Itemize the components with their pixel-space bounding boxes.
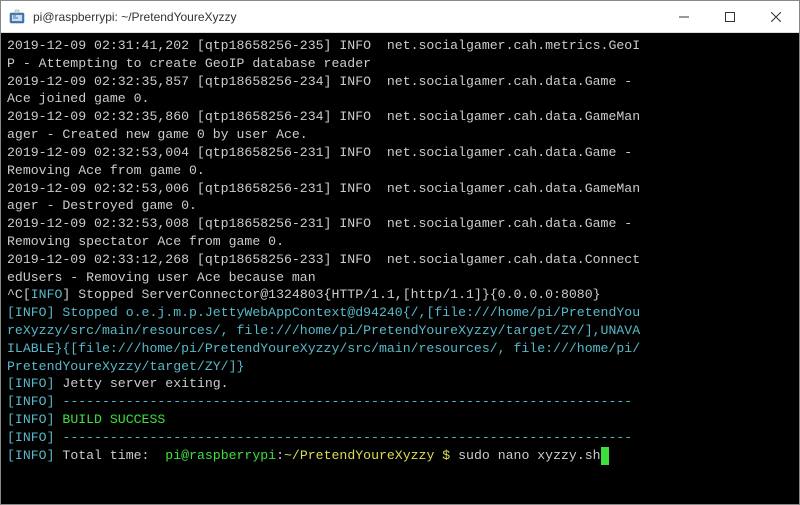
log-line: Removing Ace from game 0. — [7, 162, 793, 180]
log-line: edUsers - Removing user Ace because man — [7, 269, 793, 287]
log-line: ager - Destroyed game 0. — [7, 197, 793, 215]
close-button[interactable] — [753, 1, 799, 33]
prompt-path: ~/PretendYoureXyzzy $ — [284, 448, 450, 463]
log-line: 2019-12-09 02:33:12,268 [qtp18658256-233… — [7, 251, 793, 269]
log-line: 2019-12-09 02:32:35,857 [qtp18658256-234… — [7, 73, 793, 91]
log-line: 2019-12-09 02:32:35,860 [qtp18658256-234… — [7, 108, 793, 126]
log-line: 2019-12-09 02:31:41,202 [qtp18658256-235… — [7, 37, 793, 55]
window-controls — [661, 1, 799, 33]
log-line: ILABLE}{[file:///home/pi/PretendYoureXyz… — [7, 340, 793, 358]
terminal-output[interactable]: 2019-12-09 02:31:41,202 [qtp18658256-235… — [1, 33, 799, 504]
log-line: ager - Created new game 0 by user Ace. — [7, 126, 793, 144]
cursor-icon — [601, 447, 609, 465]
prompt-line: [INFO] Total time: pi@raspberrypi:~/Pret… — [7, 447, 793, 465]
log-line: [INFO] ---------------------------------… — [7, 429, 793, 447]
log-line: 2019-12-09 02:32:53,008 [qtp18658256-231… — [7, 215, 793, 233]
log-line: [INFO] Jetty server exiting. — [7, 375, 793, 393]
command-input[interactable]: sudo nano xyzzy.sh — [450, 448, 600, 463]
log-line: Ace joined game 0. — [7, 90, 793, 108]
maximize-button[interactable] — [707, 1, 753, 33]
log-line: PretendYoureXyzzy/target/ZY/]} — [7, 358, 793, 376]
log-line: [INFO] ---------------------------------… — [7, 393, 793, 411]
putty-icon — [9, 9, 25, 25]
log-line: 2019-12-09 02:32:53,006 [qtp18658256-231… — [7, 180, 793, 198]
prompt-user: pi@raspberrypi — [165, 448, 276, 463]
log-line: reXyzzy/src/main/resources/, file:///hom… — [7, 322, 793, 340]
log-line: 2019-12-09 02:32:53,004 [qtp18658256-231… — [7, 144, 793, 162]
log-line: [INFO] BUILD SUCCESS — [7, 411, 793, 429]
log-line: Removing spectator Ace from game 0. — [7, 233, 793, 251]
window-title: pi@raspberrypi: ~/PretendYoureXyzzy — [33, 10, 661, 24]
log-line: [INFO] Stopped o.e.j.m.p.JettyWebAppCont… — [7, 304, 793, 322]
log-line: ^C[INFO] Stopped ServerConnector@1324803… — [7, 286, 793, 304]
titlebar[interactable]: pi@raspberrypi: ~/PretendYoureXyzzy — [1, 1, 799, 33]
minimize-button[interactable] — [661, 1, 707, 33]
log-line: P - Attempting to create GeoIP database … — [7, 55, 793, 73]
terminal-window: pi@raspberrypi: ~/PretendYoureXyzzy 2019… — [0, 0, 800, 505]
